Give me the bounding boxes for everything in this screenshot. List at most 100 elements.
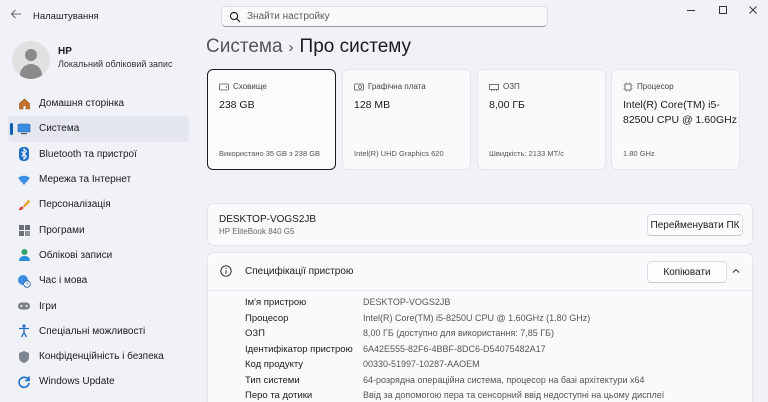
spec-key: Тип системи — [245, 374, 300, 386]
search-icon — [229, 11, 241, 23]
spec-row: ОЗП 8,00 ГБ (доступно для використання: … — [208, 328, 752, 344]
spec-value: 00330-51997-10287-AAOEM — [363, 359, 480, 369]
device-specs-header[interactable]: Специфікації пристрою Копіювати — [208, 253, 752, 291]
minimize-button[interactable] — [676, 0, 706, 20]
sidebar-item-label: Облікові записи — [39, 249, 113, 261]
spec-key: Процесор — [245, 312, 289, 324]
profile-name: HP — [58, 46, 72, 57]
sidebar-item-label: Система — [39, 123, 80, 135]
card-value: Intel(R) Core(TM) i5-8250U CPU @ 1.60GHz — [623, 99, 737, 126]
close-button[interactable] — [738, 0, 768, 20]
sidebar-item-bluetooth[interactable]: Bluetooth та пристрої — [8, 142, 189, 167]
card-detail: Intel(R) UHD Graphics 620 — [354, 149, 444, 158]
globe-clock-icon — [17, 274, 31, 288]
sidebar-item-label: Домашня сторінка — [39, 98, 125, 110]
spec-key: Перо та дотики — [245, 390, 313, 401]
ram-card[interactable]: ОЗП 8,00 ГБ Швидкість: 2133 MT/c — [477, 69, 606, 170]
spec-value: Intel(R) Core(TM) i5-8250U CPU @ 1.60GHz… — [363, 312, 591, 323]
spec-value: 6A42E555-82F6-4BBF-8DC6-D54075482A17 — [363, 343, 546, 354]
breadcrumb-parent[interactable]: Система — [206, 36, 283, 57]
sidebar-item-label: Програми — [39, 224, 85, 236]
device-panel: DESKTOP-VOGS2JB HP EliteBook 840 G5 Пере… — [207, 203, 753, 246]
breadcrumb-separator: › — [288, 39, 294, 56]
spec-row: Процесор Intel(R) Core(TM) i5-8250U CPU … — [208, 313, 752, 329]
gamepad-icon — [17, 299, 31, 313]
spec-key: ОЗП — [245, 328, 265, 339]
gpu-card[interactable]: Графічна плата 128 MB Intel(R) UHD Graph… — [342, 69, 471, 170]
close-icon — [749, 6, 757, 14]
breadcrumb: Система › Про систему — [206, 36, 411, 58]
card-label: Процесор — [637, 82, 674, 91]
card-detail: 1.80 GHz — [623, 149, 655, 158]
page-title: Про систему — [299, 36, 412, 57]
sidebar-item-label: Windows Update — [39, 376, 115, 388]
sidebar-item-accessibility[interactable]: Спеціальні можливості — [8, 319, 189, 344]
spec-row: Ідентифікатор пристрою 6A42E555-82F6-4BB… — [208, 344, 752, 360]
sidebar-item-label: Персоналізація — [39, 199, 111, 211]
wifi-icon — [17, 173, 31, 187]
gpu-icon — [354, 83, 364, 91]
card-detail: Швидкість: 2133 MT/c — [489, 149, 565, 158]
maximize-icon — [719, 6, 727, 14]
sidebar-item-network[interactable]: Мережа та Інтернет — [8, 167, 189, 192]
card-label: Сховище — [233, 82, 267, 91]
spec-key: Ім'я пристрою — [245, 297, 307, 308]
brush-icon — [17, 198, 31, 212]
card-detail: Використано 35 GB з 238 GB — [219, 149, 321, 158]
home-icon — [17, 97, 31, 111]
title-bar: Налаштування — [0, 0, 768, 32]
system-icon — [17, 122, 31, 136]
sidebar-item-gaming[interactable]: Ігри — [8, 293, 189, 318]
search-input[interactable] — [247, 9, 537, 24]
cpu-icon — [623, 82, 633, 92]
sidebar-item-personalization[interactable]: Персоналізація — [8, 192, 189, 217]
sidebar-item-label: Конфіденційність і безпека — [39, 351, 164, 363]
sidebar-item-system[interactable]: Система — [8, 116, 189, 142]
spec-row: Код продукту 00330-51997-10287-AAOEM — [208, 359, 752, 375]
accessibility-icon — [17, 324, 31, 338]
app-title: Налаштування — [33, 11, 99, 22]
accounts-icon — [17, 248, 31, 262]
sidebar-item-home[interactable]: Домашня сторінка — [8, 91, 189, 116]
spec-value: 8,00 ГБ (доступно для використання: 7,85… — [363, 328, 555, 338]
sidebar-item-label: Bluetooth та пристрої — [39, 148, 137, 160]
minimize-icon — [687, 10, 695, 11]
spec-value: DESKTOP-VOGS2JB — [363, 297, 451, 307]
maximize-button[interactable] — [708, 0, 738, 20]
spec-row: Ім'я пристрою DESKTOP-VOGS2JB — [208, 297, 752, 313]
avatar — [12, 41, 50, 79]
storage-card[interactable]: Сховище 238 GB Використано 35 GB з 238 G… — [207, 69, 336, 170]
bluetooth-icon — [17, 147, 31, 162]
card-value: 238 GB — [219, 99, 255, 111]
sidebar-item-windows-update[interactable]: Windows Update — [8, 369, 189, 394]
spec-row: Перо та дотики Ввід за допомогою пера та… — [208, 390, 752, 402]
sidebar-item-time-language[interactable]: Час і мова — [8, 268, 189, 293]
chevron-up-icon[interactable] — [731, 266, 741, 276]
rename-pc-button[interactable]: Перейменувати ПК — [647, 214, 743, 236]
back-button[interactable] — [8, 8, 24, 24]
cpu-card[interactable]: Процесор Intel(R) Core(TM) i5-8250U CPU … — [611, 69, 740, 170]
sidebar-item-label: Спеціальні можливості — [39, 325, 146, 337]
apps-icon — [17, 223, 31, 237]
sidebar-item-label: Час і мова — [39, 275, 88, 287]
profile-account-type: Локальний обліковий запис — [58, 59, 173, 69]
device-specs-panel: Специфікації пристрою Копіювати Ім'я при… — [207, 252, 753, 402]
copy-button[interactable]: Копіювати — [647, 261, 727, 283]
device-name: DESKTOP-VOGS2JB — [219, 214, 317, 225]
device-model: HP EliteBook 840 G5 — [219, 227, 295, 236]
sidebar-item-privacy[interactable]: Конфіденційність і безпека — [8, 344, 189, 369]
arrow-left-icon — [10, 9, 21, 19]
sidebar-item-label: Ігри — [39, 300, 57, 312]
spec-value: 64-розрядна операційна система, процесор… — [363, 374, 645, 385]
sidebar-item-apps[interactable]: Програми — [8, 217, 189, 242]
specs-title: Специфікації пристрою — [245, 266, 354, 277]
specs-list: Ім'я пристрою DESKTOP-VOGS2JB Процесор I… — [208, 297, 752, 402]
spec-key: Ідентифікатор пристрою — [245, 343, 353, 355]
spec-value: Ввід за допомогою пера та сенсорний ввід… — [363, 390, 665, 400]
card-value: 8,00 ГБ — [489, 99, 525, 111]
ram-icon — [489, 84, 499, 91]
search-box[interactable] — [221, 6, 548, 27]
card-value: 128 MB — [354, 99, 391, 111]
spec-key: Код продукту — [245, 359, 304, 370]
sidebar-item-accounts[interactable]: Облікові записи — [8, 243, 189, 268]
